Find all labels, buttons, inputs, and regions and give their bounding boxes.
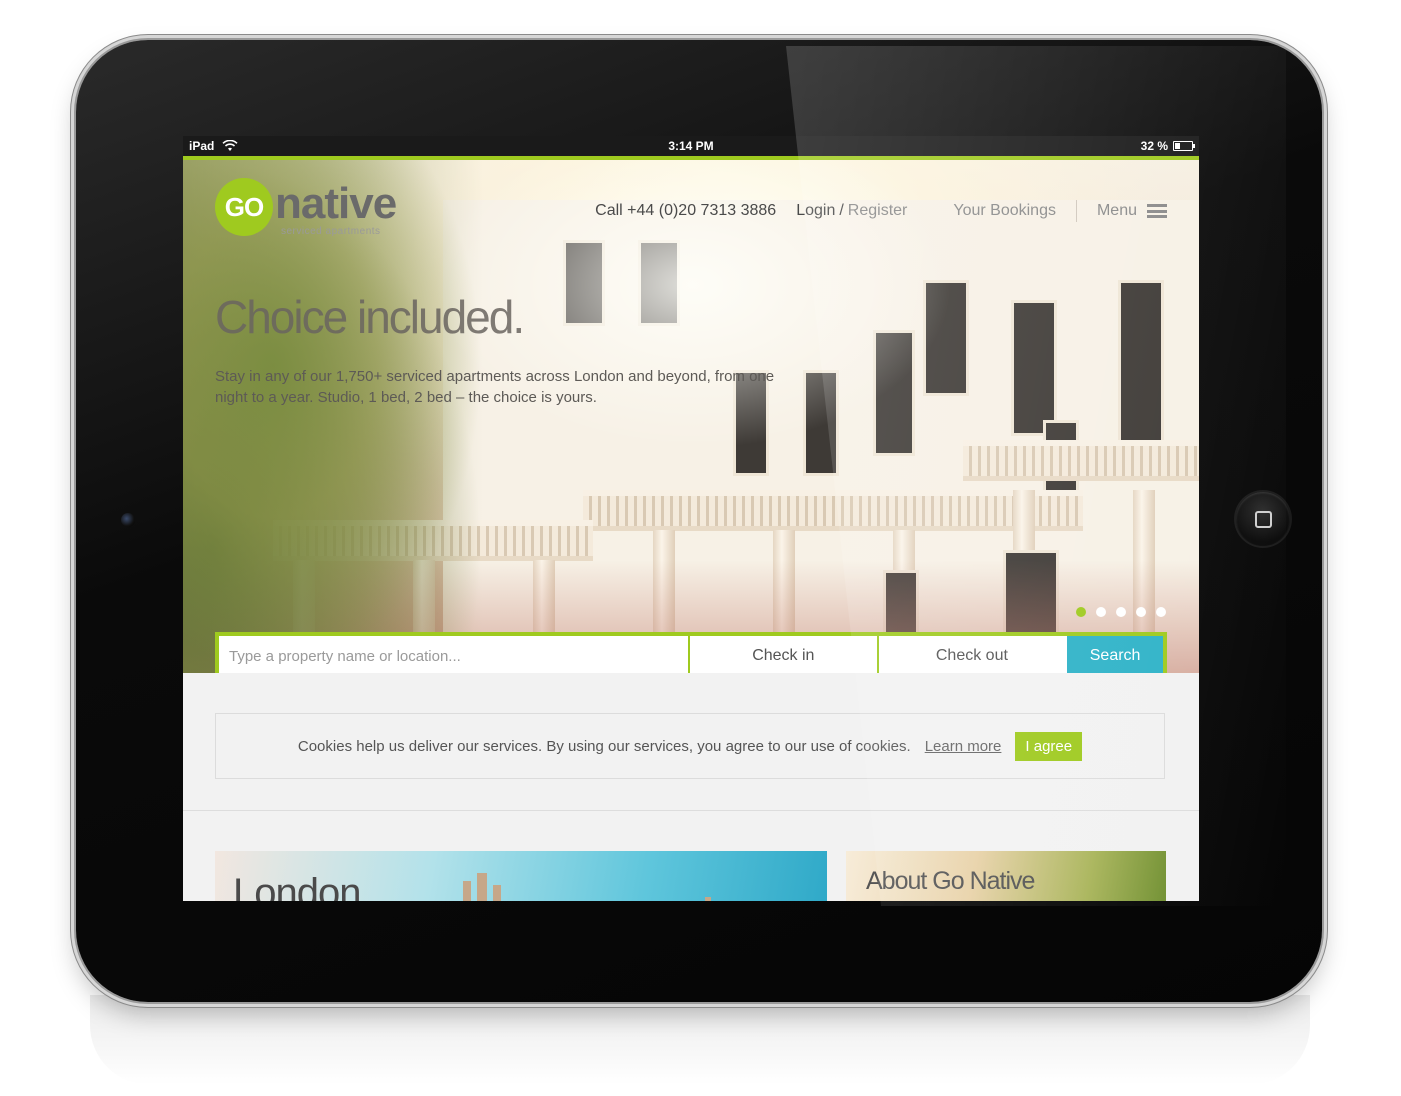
slider-dot-3[interactable] [1116,607,1126,617]
hero-title: Choice included. [215,291,525,343]
status-time: 3:14 PM [668,139,714,153]
menu-button[interactable]: Menu [1097,202,1167,220]
cookie-notice: Cookies help us deliver our services. By… [215,713,1165,779]
logo-go: GO [215,178,273,236]
your-bookings-link[interactable]: Your Bookings [953,202,1056,220]
ipad-screen: iPad 3:14 PM 32 % GO native serviced apa… [183,136,1199,901]
phone-link[interactable]: Call +44 (0)20 7313 3886 [595,202,776,220]
search-input[interactable] [219,636,689,673]
cookie-text: Cookies help us deliver our services. By… [297,737,911,755]
login-link[interactable]: Login [796,202,835,220]
balcony [963,440,1199,481]
slider-dot-5[interactable] [1156,607,1166,617]
learn-more-link[interactable]: Learn more [925,738,1002,755]
agree-button[interactable]: I agree [1015,731,1083,761]
camera-icon [121,513,135,527]
search-button[interactable]: Search [1067,636,1163,673]
balcony [583,490,1083,531]
check-in-button[interactable]: Check in [688,636,877,673]
logo-tagline: serviced apartments [281,226,381,237]
search-bar: Check in Check out Search [215,632,1167,673]
logo-word: native [275,179,397,228]
hero-banner: GO native serviced apartments Call +44 (… [183,160,1199,673]
slider-dot-1[interactable] [1076,607,1086,617]
register-link[interactable]: Register [848,202,908,220]
section-divider [183,810,1199,811]
hamburger-icon [1147,204,1167,218]
about-card[interactable]: About Go Native [846,851,1166,901]
gonative-logo[interactable]: GO native serviced apartments [215,178,415,242]
status-bar: iPad 3:14 PM 32 % [183,136,1199,156]
home-button[interactable] [1236,492,1290,546]
check-out-button[interactable]: Check out [876,636,1066,673]
hero-description: Stay in any of our 1,750+ serviced apart… [215,368,775,406]
london-card[interactable]: London [215,851,827,901]
london-card-title: London [233,871,361,901]
about-card-title: About Go Native [866,867,1035,895]
battery-percent: 32 % [1140,139,1168,153]
menu-label: Menu [1096,202,1137,219]
battery-icon [1173,141,1195,151]
device-reflection [90,995,1310,1085]
slider-dots [1076,607,1166,617]
slider-dot-4[interactable] [1136,607,1146,617]
nav-divider [1075,200,1077,222]
home-square-icon [1255,511,1272,528]
top-navigation: Call +44 (0)20 7313 3886 Login / Registe… [595,200,1167,222]
slider-dot-2[interactable] [1096,607,1106,617]
login-separator: / [839,202,844,219]
